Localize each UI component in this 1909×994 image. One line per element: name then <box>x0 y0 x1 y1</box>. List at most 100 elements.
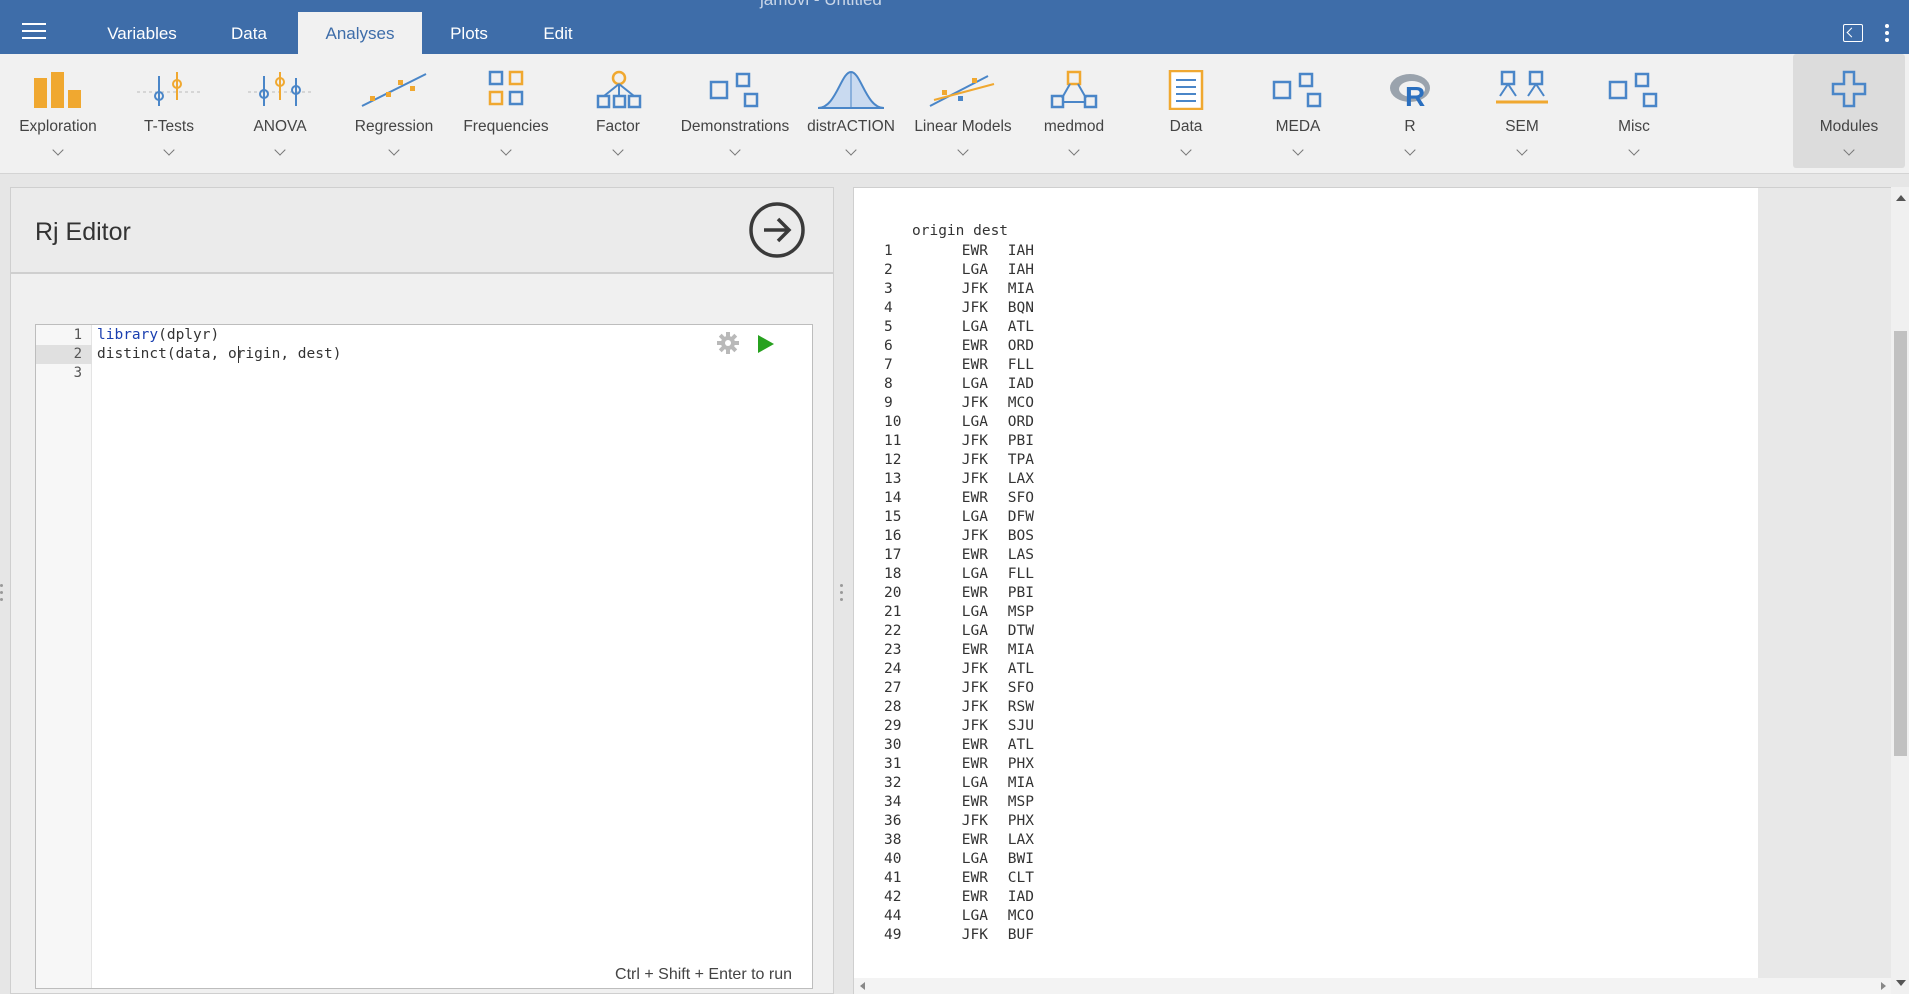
dest-cell: CLT <box>1007 870 1034 886</box>
ribbon-label: ANOVA <box>253 118 307 135</box>
origin-cell: JFK <box>961 281 988 297</box>
ribbon-misc[interactable]: Misc <box>1584 54 1684 168</box>
origin-cell: JFK <box>961 471 988 487</box>
table-row: 49 JFK BUF <box>884 926 1034 945</box>
ribbon-r[interactable]: R R <box>1360 54 1460 168</box>
dest-cell: LAS <box>1007 547 1034 563</box>
table-row: 30 EWR ATL <box>884 736 1034 755</box>
ribbon-exploration[interactable]: Exploration <box>4 54 112 168</box>
row-index: 6 <box>884 338 893 354</box>
ribbon-t-tests[interactable]: T-Tests <box>117 54 221 168</box>
scrollbar-thumb[interactable] <box>1894 331 1907 756</box>
row-index: 15 <box>884 509 902 525</box>
ribbon-distraction[interactable]: distrACTION <box>800 54 902 168</box>
window-title: jamovi - Untitled <box>760 0 882 10</box>
dest-cell: SJU <box>1007 718 1034 734</box>
dest-cell: IAD <box>1007 376 1034 392</box>
ribbon-anova[interactable]: ANOVA <box>228 54 332 168</box>
table-row: 38 EWR LAX <box>884 831 1034 850</box>
ribbon-meda[interactable]: MEDA <box>1248 54 1348 168</box>
play-run-icon[interactable] <box>758 335 774 353</box>
ribbon-label: Linear Models <box>914 118 1012 135</box>
tab-data[interactable]: Data <box>200 12 298 54</box>
table-row: 2 LGA IAH <box>884 261 1034 280</box>
dest-cell: IAD <box>1007 889 1034 905</box>
tab-edit[interactable]: Edit <box>516 12 600 54</box>
table-row: 36 JFK PHX <box>884 812 1034 831</box>
main-menu-icon[interactable] <box>22 23 46 39</box>
code-keyword: library <box>97 327 159 343</box>
row-index: 2 <box>884 262 893 278</box>
tab-analyses[interactable]: Analyses <box>298 12 422 54</box>
origin-cell: LGA <box>961 376 988 392</box>
dest-cell: BUF <box>1007 927 1034 943</box>
dest-cell: PHX <box>1007 813 1034 829</box>
origin-cell: JFK <box>961 528 988 544</box>
vertical-scrollbar[interactable] <box>1891 187 1909 994</box>
ribbon-label: Regression <box>354 118 434 135</box>
row-index: 29 <box>884 718 902 734</box>
table-row: 8 LGA IAD <box>884 375 1034 394</box>
chevron-down-icon <box>1180 144 1192 156</box>
ribbon-demonstrations[interactable]: Demonstrations <box>674 54 796 168</box>
dest-cell: MSP <box>1007 604 1034 620</box>
table-row: 10 LGA ORD <box>884 413 1034 432</box>
row-index: 8 <box>884 376 893 392</box>
row-index: 38 <box>884 832 902 848</box>
row-index: 3 <box>884 281 893 297</box>
origin-cell: JFK <box>961 433 988 449</box>
scroll-left-icon[interactable] <box>860 982 865 990</box>
ribbon-label: R <box>1404 118 1416 135</box>
chevron-down-icon <box>845 144 857 156</box>
row-index: 24 <box>884 661 902 677</box>
code-text: distinct(data, origin, dest) <box>97 346 342 362</box>
row-index: 9 <box>884 395 893 411</box>
table-row: 32 LGA MIA <box>884 774 1034 793</box>
code-line[interactable]: distinct(data, origin, dest) <box>97 345 341 364</box>
origin-cell: LGA <box>961 262 988 278</box>
dest-cell: BWI <box>1007 851 1034 867</box>
ribbon-medmod[interactable]: medmod <box>1024 54 1124 168</box>
row-index: 41 <box>884 870 902 886</box>
ribbon-linear-models[interactable]: Linear Models <box>906 54 1020 168</box>
results-panel: origin dest 1 EWR IAH 2 LGA IAH 3 JFK MIA 4 JFK BQN… <box>853 187 1893 994</box>
left-resize-handle[interactable] <box>0 584 4 606</box>
table-row: 29 JFK SJU <box>884 717 1034 736</box>
results-mode-icon[interactable] <box>1843 24 1863 42</box>
more-options-icon[interactable] <box>1885 24 1889 42</box>
dest-cell: ATL <box>1007 319 1034 335</box>
table-row: 5 LGA ATL <box>884 318 1034 337</box>
table-row: 40 LGA BWI <box>884 850 1034 869</box>
row-index: 31 <box>884 756 902 772</box>
panel-resize-handle[interactable] <box>840 584 844 606</box>
arrow-right-circle-icon[interactable] <box>748 201 806 259</box>
tab-variables[interactable]: Variables <box>84 12 200 54</box>
code-line[interactable]: library(dplyr) <box>97 326 219 345</box>
row-index: 11 <box>884 433 902 449</box>
ribbon-data[interactable]: Data <box>1136 54 1236 168</box>
row-index: 12 <box>884 452 902 468</box>
origin-cell: JFK <box>961 680 988 696</box>
ttest-icon <box>137 72 201 106</box>
table-row: 44 LGA MCO <box>884 907 1034 926</box>
ribbon-modules[interactable]: Modules <box>1793 54 1905 168</box>
tab-plots[interactable]: Plots <box>422 12 516 54</box>
ribbon-sem[interactable]: SEM <box>1472 54 1572 168</box>
code-editor[interactable]: 1 2 3 library(dplyr) distinct(data, orig… <box>35 324 813 989</box>
horizontal-scrollbar[interactable] <box>854 978 1892 994</box>
scroll-down-icon[interactable] <box>1896 980 1906 986</box>
scroll-up-icon[interactable] <box>1896 195 1906 201</box>
ribbon-frequencies[interactable]: Frequencies <box>454 54 558 168</box>
scroll-right-icon[interactable] <box>1881 982 1886 990</box>
table-row: 18 LGA FLL <box>884 565 1034 584</box>
origin-cell: EWR <box>961 794 988 810</box>
gear-icon[interactable] <box>716 331 740 355</box>
origin-cell: LGA <box>961 509 988 525</box>
origin-cell: LGA <box>961 319 988 335</box>
table-row: 21 LGA MSP <box>884 603 1034 622</box>
ribbon-regression[interactable]: Regression <box>342 54 446 168</box>
ribbon-factor[interactable]: Factor <box>566 54 670 168</box>
origin-cell: EWR <box>961 585 988 601</box>
table-row: 23 EWR MIA <box>884 641 1034 660</box>
ribbon-label: Factor <box>596 118 640 135</box>
